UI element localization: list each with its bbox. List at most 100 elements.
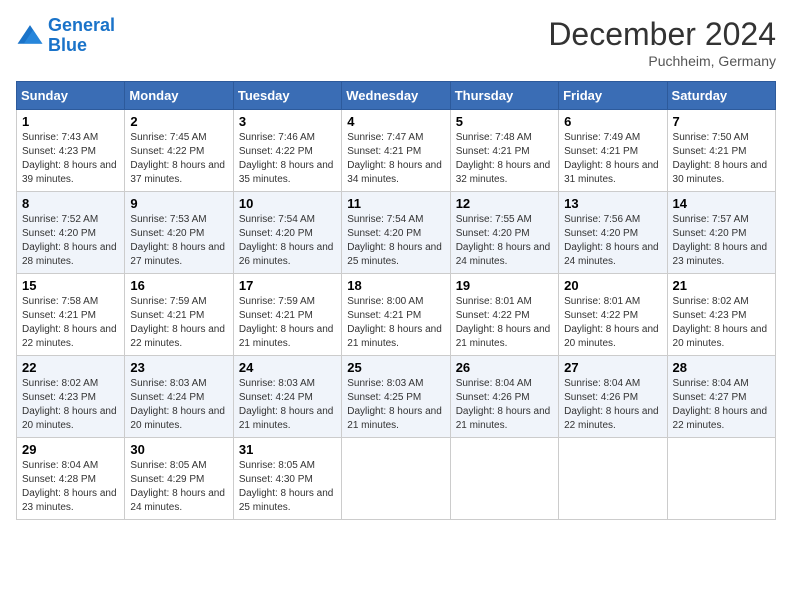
- calendar-cell: 14 Sunrise: 7:57 AMSunset: 4:20 PMDaylig…: [667, 192, 775, 274]
- day-number: 6: [564, 114, 661, 129]
- day-detail: Sunrise: 8:02 AMSunset: 4:23 PMDaylight:…: [673, 296, 768, 349]
- calendar-cell: 18 Sunrise: 8:00 AMSunset: 4:21 PMDaylig…: [342, 274, 450, 356]
- day-number: 23: [130, 360, 227, 375]
- day-number: 14: [673, 196, 770, 211]
- calendar-week-row: 15 Sunrise: 7:58 AMSunset: 4:21 PMDaylig…: [17, 274, 776, 356]
- calendar-cell: 22 Sunrise: 8:02 AMSunset: 4:23 PMDaylig…: [17, 356, 125, 438]
- calendar-header-row: SundayMondayTuesdayWednesdayThursdayFrid…: [17, 82, 776, 110]
- day-number: 26: [456, 360, 553, 375]
- day-detail: Sunrise: 7:59 AMSunset: 4:21 PMDaylight:…: [239, 296, 334, 349]
- calendar-cell: 5 Sunrise: 7:48 AMSunset: 4:21 PMDayligh…: [450, 110, 558, 192]
- day-number: 27: [564, 360, 661, 375]
- day-number: 28: [673, 360, 770, 375]
- calendar-cell: 13 Sunrise: 7:56 AMSunset: 4:20 PMDaylig…: [559, 192, 667, 274]
- calendar-cell: 1 Sunrise: 7:43 AMSunset: 4:23 PMDayligh…: [17, 110, 125, 192]
- calendar-cell: 7 Sunrise: 7:50 AMSunset: 4:21 PMDayligh…: [667, 110, 775, 192]
- day-detail: Sunrise: 7:54 AMSunset: 4:20 PMDaylight:…: [239, 214, 334, 267]
- logo-icon: [16, 22, 44, 50]
- calendar-cell: 8 Sunrise: 7:52 AMSunset: 4:20 PMDayligh…: [17, 192, 125, 274]
- day-number: 16: [130, 278, 227, 293]
- calendar-cell: 3 Sunrise: 7:46 AMSunset: 4:22 PMDayligh…: [233, 110, 341, 192]
- calendar-cell: 24 Sunrise: 8:03 AMSunset: 4:24 PMDaylig…: [233, 356, 341, 438]
- calendar-week-row: 1 Sunrise: 7:43 AMSunset: 4:23 PMDayligh…: [17, 110, 776, 192]
- day-detail: Sunrise: 8:04 AMSunset: 4:26 PMDaylight:…: [564, 378, 659, 431]
- day-number: 17: [239, 278, 336, 293]
- day-number: 5: [456, 114, 553, 129]
- day-detail: Sunrise: 7:46 AMSunset: 4:22 PMDaylight:…: [239, 132, 334, 185]
- day-number: 15: [22, 278, 119, 293]
- day-detail: Sunrise: 7:59 AMSunset: 4:21 PMDaylight:…: [130, 296, 225, 349]
- day-number: 8: [22, 196, 119, 211]
- title-area: December 2024 Puchheim, Germany: [548, 16, 776, 69]
- day-detail: Sunrise: 7:54 AMSunset: 4:20 PMDaylight:…: [347, 214, 442, 267]
- day-detail: Sunrise: 8:04 AMSunset: 4:26 PMDaylight:…: [456, 378, 551, 431]
- day-detail: Sunrise: 8:03 AMSunset: 4:25 PMDaylight:…: [347, 378, 442, 431]
- day-number: 11: [347, 196, 444, 211]
- day-number: 24: [239, 360, 336, 375]
- day-number: 3: [239, 114, 336, 129]
- logo-text: General Blue: [48, 16, 115, 56]
- day-detail: Sunrise: 8:05 AMSunset: 4:30 PMDaylight:…: [239, 460, 334, 513]
- col-header-wednesday: Wednesday: [342, 82, 450, 110]
- day-detail: Sunrise: 7:58 AMSunset: 4:21 PMDaylight:…: [22, 296, 117, 349]
- calendar-cell: 15 Sunrise: 7:58 AMSunset: 4:21 PMDaylig…: [17, 274, 125, 356]
- calendar-cell: 6 Sunrise: 7:49 AMSunset: 4:21 PMDayligh…: [559, 110, 667, 192]
- day-detail: Sunrise: 7:49 AMSunset: 4:21 PMDaylight:…: [564, 132, 659, 185]
- day-number: 9: [130, 196, 227, 211]
- calendar-cell: 10 Sunrise: 7:54 AMSunset: 4:20 PMDaylig…: [233, 192, 341, 274]
- day-detail: Sunrise: 7:55 AMSunset: 4:20 PMDaylight:…: [456, 214, 551, 267]
- day-number: 7: [673, 114, 770, 129]
- calendar-cell: 12 Sunrise: 7:55 AMSunset: 4:20 PMDaylig…: [450, 192, 558, 274]
- day-number: 19: [456, 278, 553, 293]
- day-number: 12: [456, 196, 553, 211]
- day-detail: Sunrise: 7:43 AMSunset: 4:23 PMDaylight:…: [22, 132, 117, 185]
- day-detail: Sunrise: 7:56 AMSunset: 4:20 PMDaylight:…: [564, 214, 659, 267]
- day-number: 22: [22, 360, 119, 375]
- col-header-monday: Monday: [125, 82, 233, 110]
- day-number: 20: [564, 278, 661, 293]
- day-number: 25: [347, 360, 444, 375]
- day-detail: Sunrise: 8:01 AMSunset: 4:22 PMDaylight:…: [456, 296, 551, 349]
- calendar-cell: 19 Sunrise: 8:01 AMSunset: 4:22 PMDaylig…: [450, 274, 558, 356]
- day-detail: Sunrise: 7:53 AMSunset: 4:20 PMDaylight:…: [130, 214, 225, 267]
- day-detail: Sunrise: 7:50 AMSunset: 4:21 PMDaylight:…: [673, 132, 768, 185]
- calendar-cell: [667, 438, 775, 520]
- day-number: 31: [239, 442, 336, 457]
- day-detail: Sunrise: 8:03 AMSunset: 4:24 PMDaylight:…: [130, 378, 225, 431]
- calendar-cell: [342, 438, 450, 520]
- day-detail: Sunrise: 8:03 AMSunset: 4:24 PMDaylight:…: [239, 378, 334, 431]
- calendar-cell: 9 Sunrise: 7:53 AMSunset: 4:20 PMDayligh…: [125, 192, 233, 274]
- day-number: 10: [239, 196, 336, 211]
- day-number: 1: [22, 114, 119, 129]
- day-number: 30: [130, 442, 227, 457]
- day-number: 4: [347, 114, 444, 129]
- calendar-week-row: 29 Sunrise: 8:04 AMSunset: 4:28 PMDaylig…: [17, 438, 776, 520]
- logo: General Blue: [16, 16, 115, 56]
- calendar-cell: 21 Sunrise: 8:02 AMSunset: 4:23 PMDaylig…: [667, 274, 775, 356]
- day-detail: Sunrise: 8:04 AMSunset: 4:27 PMDaylight:…: [673, 378, 768, 431]
- calendar-table: SundayMondayTuesdayWednesdayThursdayFrid…: [16, 81, 776, 520]
- day-number: 13: [564, 196, 661, 211]
- col-header-sunday: Sunday: [17, 82, 125, 110]
- calendar-cell: 11 Sunrise: 7:54 AMSunset: 4:20 PMDaylig…: [342, 192, 450, 274]
- day-detail: Sunrise: 7:45 AMSunset: 4:22 PMDaylight:…: [130, 132, 225, 185]
- day-detail: Sunrise: 7:57 AMSunset: 4:20 PMDaylight:…: [673, 214, 768, 267]
- day-detail: Sunrise: 7:52 AMSunset: 4:20 PMDaylight:…: [22, 214, 117, 267]
- day-detail: Sunrise: 7:47 AMSunset: 4:21 PMDaylight:…: [347, 132, 442, 185]
- day-detail: Sunrise: 8:05 AMSunset: 4:29 PMDaylight:…: [130, 460, 225, 513]
- calendar-cell: 30 Sunrise: 8:05 AMSunset: 4:29 PMDaylig…: [125, 438, 233, 520]
- calendar-cell: [559, 438, 667, 520]
- calendar-cell: 2 Sunrise: 7:45 AMSunset: 4:22 PMDayligh…: [125, 110, 233, 192]
- month-title: December 2024: [548, 16, 776, 53]
- calendar-cell: 4 Sunrise: 7:47 AMSunset: 4:21 PMDayligh…: [342, 110, 450, 192]
- calendar-cell: 28 Sunrise: 8:04 AMSunset: 4:27 PMDaylig…: [667, 356, 775, 438]
- day-number: 21: [673, 278, 770, 293]
- calendar-cell: 23 Sunrise: 8:03 AMSunset: 4:24 PMDaylig…: [125, 356, 233, 438]
- day-detail: Sunrise: 8:04 AMSunset: 4:28 PMDaylight:…: [22, 460, 117, 513]
- day-number: 2: [130, 114, 227, 129]
- calendar-cell: [450, 438, 558, 520]
- calendar-cell: 25 Sunrise: 8:03 AMSunset: 4:25 PMDaylig…: [342, 356, 450, 438]
- calendar-cell: 26 Sunrise: 8:04 AMSunset: 4:26 PMDaylig…: [450, 356, 558, 438]
- day-detail: Sunrise: 8:02 AMSunset: 4:23 PMDaylight:…: [22, 378, 117, 431]
- calendar-cell: 20 Sunrise: 8:01 AMSunset: 4:22 PMDaylig…: [559, 274, 667, 356]
